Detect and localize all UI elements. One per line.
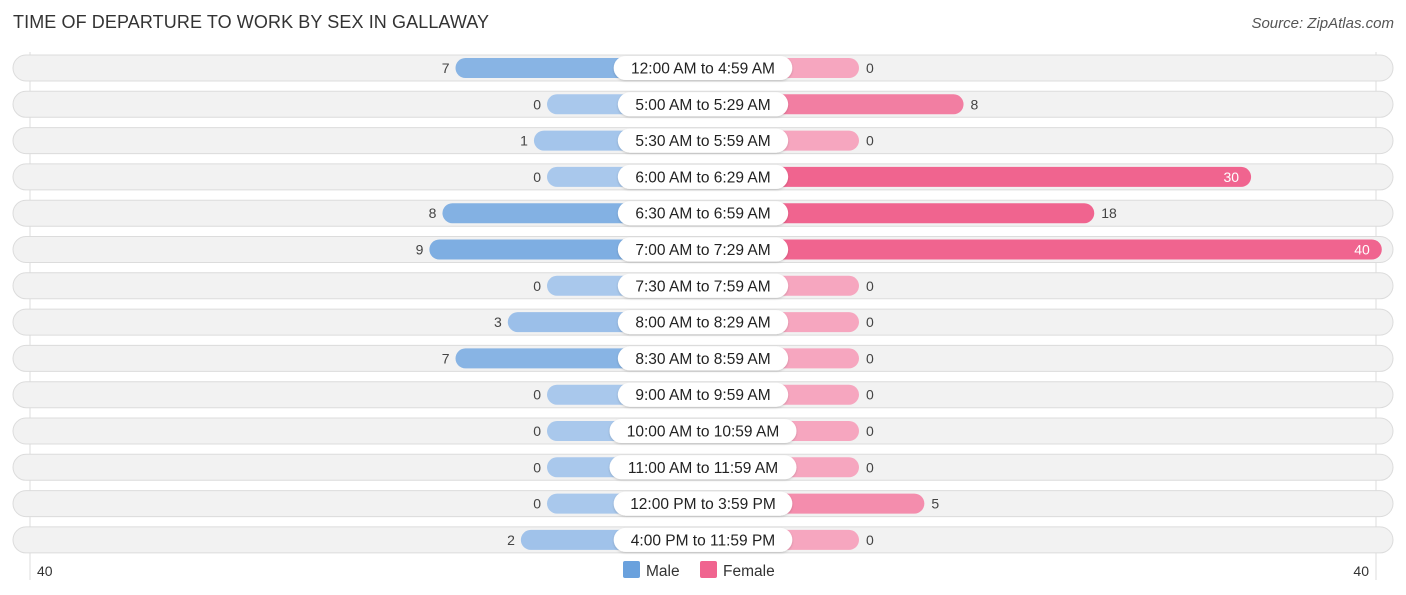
chart-row: 6:30 AM to 6:59 AM 8 18 (12, 199, 1394, 227)
chart-row: 5:30 AM to 5:59 AM 1 0 (12, 127, 1394, 155)
axis-tick-right: 40 (1353, 563, 1369, 579)
category-label: 7:00 AM to 7:29 AM (635, 242, 770, 259)
chart-row: 11:00 AM to 11:59 AM 0 0 (12, 453, 1394, 481)
value-label-female: 0 (866, 278, 874, 294)
value-label-male: 0 (533, 96, 541, 112)
chart-row: 8:00 AM to 8:29 AM 3 0 (12, 308, 1394, 336)
value-label-female: 0 (866, 387, 874, 403)
chart-row: 12:00 PM to 3:59 PM 0 5 (12, 490, 1394, 518)
legend-label-female: Female (723, 563, 775, 580)
value-label-female: 0 (866, 532, 874, 548)
legend-label-male: Male (646, 563, 680, 580)
value-label-female: 0 (866, 133, 874, 149)
chart-row: 7:30 AM to 7:59 AM 0 0 (12, 272, 1394, 300)
chart-row: 12:00 AM to 4:59 AM 7 0 (12, 54, 1394, 82)
chart-row: 5:00 AM to 5:29 AM 0 8 (12, 90, 1394, 118)
value-label-male: 0 (533, 278, 541, 294)
value-label-male: 9 (416, 242, 424, 258)
chart-row: 10:00 AM to 10:59 AM 0 0 (12, 417, 1394, 445)
value-label-male: 0 (533, 169, 541, 185)
value-label-female: 0 (866, 423, 874, 439)
value-label-male: 0 (533, 459, 541, 475)
bar-female (703, 239, 1382, 260)
category-label: 10:00 AM to 10:59 AM (627, 424, 780, 441)
value-label-male: 0 (533, 423, 541, 439)
category-label: 9:00 AM to 9:59 AM (635, 387, 770, 404)
category-label: 8:00 AM to 8:29 AM (635, 315, 770, 332)
value-label-female: 30 (1224, 169, 1240, 185)
category-label: 12:00 AM to 4:59 AM (631, 61, 775, 78)
value-label-male: 1 (520, 133, 528, 149)
chart: 12:00 AM to 4:59 AM 7 0 5:00 AM to 5:29 AM 0… (12, 52, 1394, 580)
category-label: 5:00 AM to 5:29 AM (635, 97, 770, 114)
value-label-female: 0 (866, 314, 874, 330)
category-label: 11:00 AM to 11:59 AM (628, 460, 778, 477)
category-label: 4:00 PM to 11:59 PM (631, 532, 775, 549)
value-label-female: 5 (931, 496, 939, 512)
chart-row: 4:00 PM to 11:59 PM 2 0 (12, 526, 1394, 554)
category-label: 7:30 AM to 7:59 AM (635, 278, 770, 295)
category-label: 8:30 AM to 8:59 AM (635, 351, 770, 368)
chart-row: 8:30 AM to 8:59 AM 7 0 (12, 344, 1394, 372)
category-label: 6:30 AM to 6:59 AM (635, 206, 770, 223)
value-label-male: 3 (494, 314, 502, 330)
legend: Male Female (623, 561, 775, 580)
category-label: 12:00 PM to 3:59 PM (630, 496, 776, 513)
legend-swatch-female (700, 561, 717, 578)
value-label-female: 18 (1101, 205, 1117, 221)
value-label-male: 0 (533, 496, 541, 512)
axis-tick-left: 40 (37, 563, 53, 579)
chart-row: 9:00 AM to 9:59 AM 0 0 (12, 381, 1394, 409)
legend-swatch-male (623, 561, 640, 578)
value-label-male: 0 (533, 387, 541, 403)
value-label-male: 7 (442, 350, 450, 366)
value-label-female: 0 (866, 60, 874, 76)
value-label-female: 8 (971, 96, 979, 112)
value-label-male: 8 (429, 205, 437, 221)
value-label-male: 2 (507, 532, 515, 548)
category-label: 5:30 AM to 5:59 AM (635, 133, 770, 150)
value-label-female: 0 (866, 459, 874, 475)
chart-row: 7:00 AM to 7:29 AM 9 40 (12, 236, 1394, 263)
category-label: 6:00 AM to 6:29 AM (635, 169, 770, 186)
chart-row: 6:00 AM to 6:29 AM 0 30 (12, 163, 1394, 191)
value-label-female: 0 (866, 350, 874, 366)
value-label-female: 40 (1354, 242, 1370, 258)
value-label-male: 7 (442, 60, 450, 76)
